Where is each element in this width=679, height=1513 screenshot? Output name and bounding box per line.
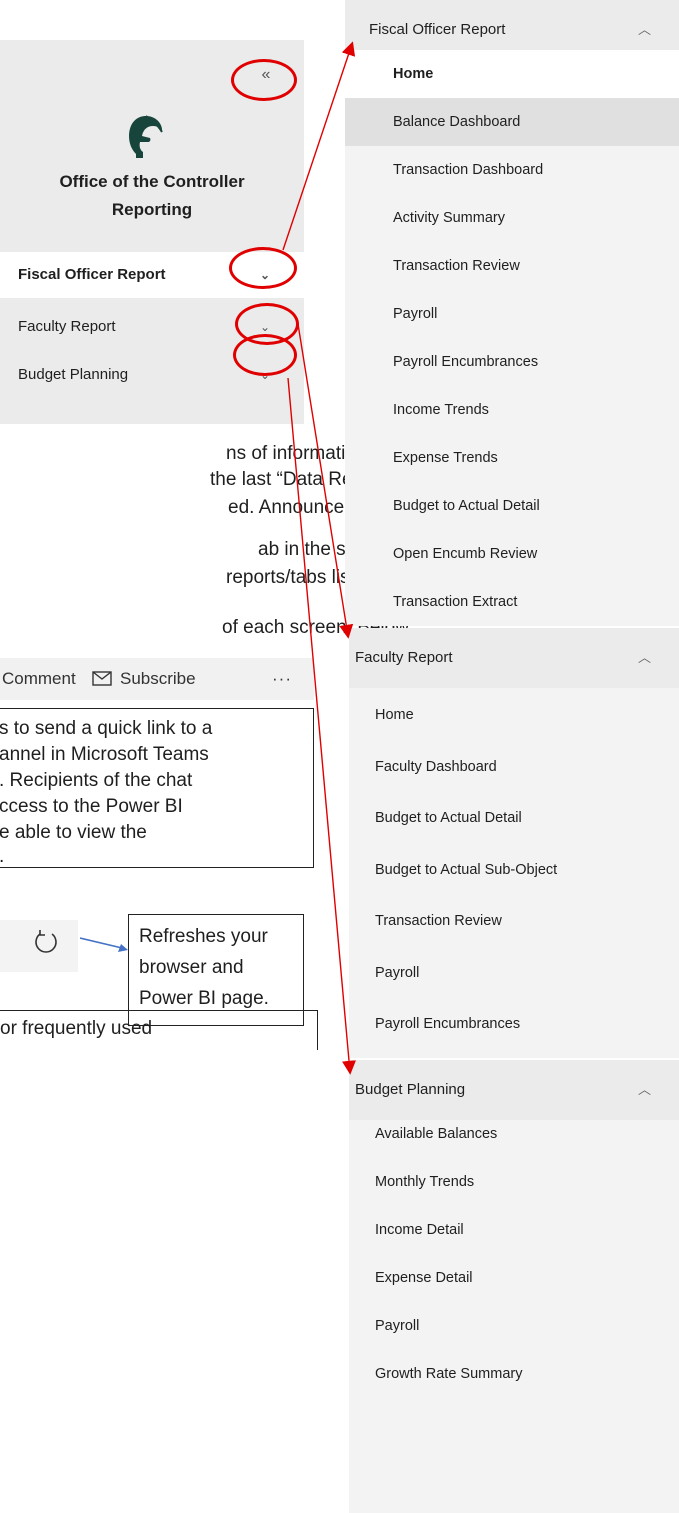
arrow-budget-to-menu bbox=[287, 377, 356, 1075]
red-arrows-overlay bbox=[282, 41, 356, 1075]
arrow-faculty-to-menu bbox=[297, 323, 354, 639]
arrow-fiscal-to-menu bbox=[282, 41, 356, 251]
